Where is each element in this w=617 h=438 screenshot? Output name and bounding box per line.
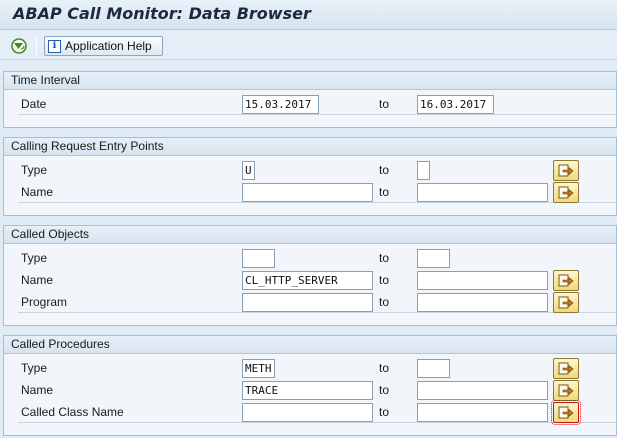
application-toolbar: i Application Help (0, 31, 617, 60)
arrow-right-icon (558, 186, 574, 198)
program-to-field[interactable] (417, 293, 548, 312)
entry-name-to-field[interactable] (417, 183, 548, 202)
multiple-selection-button[interactable] (553, 160, 579, 181)
object-name-from-field[interactable]: CL_HTTP_SERVER (242, 271, 373, 290)
field-label: Type (21, 163, 48, 177)
group-title: Time Interval (4, 72, 616, 90)
row-called-class-name: Called Class Name to (18, 400, 617, 425)
row-type: Type METH to (18, 358, 617, 379)
object-type-from-field[interactable] (242, 249, 275, 268)
title-bar: ABAP Call Monitor: Data Browser (0, 0, 617, 30)
multiple-selection-button[interactable] (553, 270, 579, 291)
object-type-to-field[interactable] (417, 249, 450, 268)
to-label: to (379, 361, 390, 375)
to-label: to (379, 163, 390, 177)
procedure-name-to-field[interactable] (417, 381, 548, 400)
group-title: Calling Request Entry Points (4, 138, 616, 156)
group-title: Called Procedures (4, 336, 616, 354)
arrow-right-icon (558, 406, 574, 418)
to-label: to (379, 97, 390, 111)
row-date: Date 15.03.2017 to 16.03.2017 (18, 94, 617, 115)
row-name: Name to (18, 182, 617, 203)
procedure-name-from-field[interactable]: TRACE (242, 381, 373, 400)
to-label: to (379, 185, 390, 199)
row-program: Program to (18, 292, 617, 313)
arrow-right-icon (558, 164, 574, 176)
date-to-field[interactable]: 16.03.2017 (417, 95, 494, 114)
field-label: Name (21, 185, 54, 199)
to-label: to (379, 405, 390, 419)
entry-name-from-field[interactable] (242, 183, 373, 202)
group-called-objects: Called Objects Type to Name CL_HTTP_SERV… (3, 225, 617, 326)
procedure-type-to-field[interactable] (417, 359, 450, 378)
row-type: Type to (18, 248, 617, 269)
application-help-label: Application Help (65, 39, 152, 53)
multiple-selection-button[interactable] (551, 400, 581, 425)
field-label: Date (21, 97, 47, 111)
field-label: Type (21, 251, 48, 265)
info-icon: i (48, 39, 61, 53)
group-calling-request-entry-points: Calling Request Entry Points Type U to N… (3, 137, 617, 216)
called-class-name-from-field[interactable] (242, 403, 373, 422)
application-help-button[interactable]: i Application Help (44, 36, 163, 56)
arrow-right-icon (558, 384, 574, 396)
program-from-field[interactable] (242, 293, 373, 312)
to-label: to (379, 273, 390, 287)
multiple-selection-button[interactable] (553, 292, 579, 313)
window-title: ABAP Call Monitor: Data Browser (13, 4, 311, 23)
procedure-type-from-field[interactable]: METH (242, 359, 275, 378)
arrow-right-icon (558, 362, 574, 374)
field-label: Called Class Name (21, 405, 124, 419)
multiple-selection-button[interactable] (553, 358, 579, 379)
to-label: to (379, 295, 390, 309)
execute-icon[interactable] (10, 37, 28, 55)
toolbar-separator (36, 37, 37, 55)
date-from-field[interactable]: 15.03.2017 (242, 95, 319, 114)
multiple-selection-button[interactable] (553, 182, 579, 203)
called-class-name-to-field[interactable] (417, 403, 548, 422)
field-label: Program (21, 295, 68, 309)
multiple-selection-button[interactable] (553, 380, 579, 401)
to-label: to (379, 251, 390, 265)
row-name: Name TRACE to (18, 380, 617, 401)
field-label: Type (21, 361, 48, 375)
field-label: Name (21, 383, 54, 397)
object-name-to-field[interactable] (417, 271, 548, 290)
to-label: to (379, 383, 390, 397)
entry-type-to-field[interactable] (417, 161, 430, 180)
entry-type-from-field[interactable]: U (242, 161, 255, 180)
group-time-interval: Time Interval Date 15.03.2017 to 16.03.2… (3, 71, 617, 128)
field-label: Name (21, 273, 54, 287)
row-type: Type U to (18, 160, 617, 181)
arrow-right-icon (558, 296, 574, 308)
group-title: Called Objects (4, 226, 616, 244)
group-called-procedures: Called Procedures Type METH to Name TRAC… (3, 335, 617, 436)
row-name: Name CL_HTTP_SERVER to (18, 270, 617, 291)
arrow-right-icon (558, 274, 574, 286)
